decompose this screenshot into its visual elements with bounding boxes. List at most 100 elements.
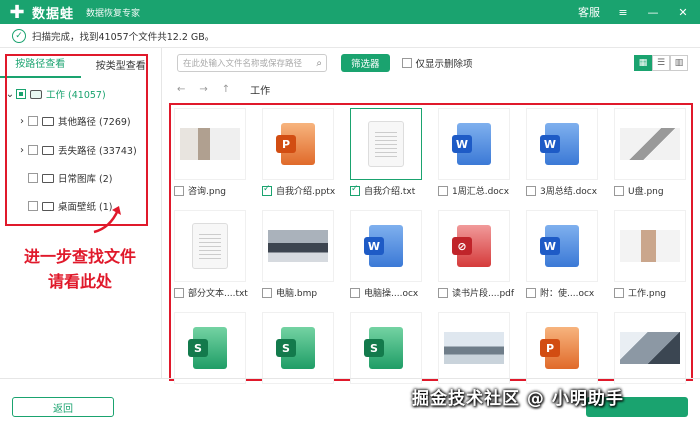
file-tile[interactable]: ⊘ 读书片段....pdf	[438, 210, 514, 299]
search-icon[interactable]: ⌕	[316, 58, 322, 69]
file-tile[interactable]: W 1周汇总.docx	[438, 108, 510, 197]
file-checkbox[interactable]	[350, 287, 360, 298]
file-tile[interactable]: 自我介绍.txt	[350, 108, 422, 197]
file-thumbnail[interactable]	[614, 108, 686, 180]
file-name-row[interactable]: 读书片段....pdf	[438, 286, 522, 299]
file-thumbnail[interactable]	[174, 108, 246, 180]
deleted-only-toggle[interactable]: 仅显示删除项	[401, 56, 473, 70]
breadcrumb[interactable]: 工作	[250, 82, 270, 97]
app-logo-icon: ✚	[9, 1, 25, 23]
word-file-icon: W	[364, 225, 403, 267]
support-link[interactable]: 客服	[578, 4, 600, 20]
filter-button[interactable]: 筛选器	[341, 54, 390, 72]
file-tile[interactable]: S	[262, 312, 334, 384]
file-name-row[interactable]: 部分文本....txt	[174, 286, 258, 299]
file-checkbox[interactable]	[438, 287, 448, 298]
file-thumbnail[interactable]	[262, 210, 334, 282]
file-tile[interactable]: S	[174, 312, 246, 384]
back-arrow-icon[interactable]: ←	[177, 84, 185, 95]
file-tile[interactable]	[614, 312, 686, 384]
file-tile[interactable]	[438, 312, 510, 384]
file-tile[interactable]: P	[526, 312, 598, 384]
file-name-row[interactable]: 电脑操....ocx	[350, 286, 434, 299]
detail-view-icon[interactable]: ▥	[670, 55, 688, 71]
menu-icon[interactable]: ≡	[616, 6, 630, 19]
app-tagline: 数据恢复专家	[86, 8, 141, 19]
file-name-row[interactable]: 1周汇总.docx	[438, 184, 522, 197]
ppt-file-icon: P	[540, 327, 579, 369]
file-name: 电脑操....ocx	[364, 289, 419, 299]
grid-view-icon[interactable]: ▦	[634, 55, 652, 71]
file-tile[interactable]: S	[350, 312, 422, 384]
minimize-icon[interactable]: —	[646, 6, 660, 19]
file-tile[interactable]: W 3周总结.docx	[526, 108, 598, 197]
file-name: 部分文本....txt	[188, 289, 248, 299]
file-name-row[interactable]: 自我介绍.pptx	[262, 184, 346, 197]
file-name-row[interactable]: 附：使....ocx	[526, 286, 610, 299]
file-thumbnail[interactable]	[350, 108, 422, 180]
file-tile[interactable]: 电脑.bmp	[262, 210, 334, 299]
file-name: 读书片段....pdf	[452, 289, 515, 299]
back-button[interactable]: 返回	[12, 397, 114, 417]
text-file-icon	[192, 223, 228, 269]
file-name: 1周汇总.docx	[452, 187, 510, 197]
watermark: 掘金技术社区 @ 小明助手	[412, 389, 624, 409]
file-thumbnail[interactable]	[174, 210, 246, 282]
file-checkbox[interactable]	[262, 184, 272, 196]
file-checkbox[interactable]	[526, 287, 536, 298]
file-checkbox[interactable]	[438, 185, 448, 196]
file-thumbnail[interactable]	[614, 210, 686, 282]
file-checkbox[interactable]	[174, 287, 184, 298]
file-name: 自我介绍.txt	[364, 187, 416, 197]
file-tile[interactable]: W 电脑操....ocx	[350, 210, 422, 299]
file-thumbnail[interactable]: S	[174, 312, 246, 384]
app-brand: 数据蛙	[32, 6, 75, 22]
file-thumbnail[interactable]: W	[350, 210, 422, 282]
annotation-text-line2: 请看此处	[47, 272, 112, 291]
file-name: U盘.png	[628, 187, 664, 197]
search-input[interactable]: 在此处输入文件名称或保存路径 ⌕	[177, 54, 327, 72]
file-tile[interactable]: 咨询.png	[174, 108, 246, 197]
file-thumbnail[interactable]: W	[526, 210, 598, 282]
file-tile[interactable]: U盘.png	[614, 108, 686, 197]
file-thumbnail[interactable]: P	[262, 108, 334, 180]
file-thumbnail[interactable]: ⊘	[438, 210, 510, 282]
file-tile[interactable]: 工作.png	[614, 210, 686, 299]
file-name: 3周总结.docx	[540, 187, 598, 197]
file-checkbox[interactable]	[526, 185, 536, 196]
file-checkbox[interactable]	[262, 287, 272, 298]
file-thumbnail[interactable]: W	[526, 108, 598, 180]
search-placeholder: 在此处输入文件名称或保存路径	[183, 59, 303, 69]
file-thumbnail[interactable]: S	[350, 312, 422, 384]
up-arrow-icon[interactable]: ↑	[222, 84, 230, 95]
file-thumbnail[interactable]	[614, 312, 686, 384]
file-name-row[interactable]: U盘.png	[614, 184, 698, 197]
file-name-row[interactable]: 3周总结.docx	[526, 184, 610, 197]
image-thumbnail-icon	[180, 128, 240, 160]
list-view-icon[interactable]: ☰	[652, 55, 670, 71]
file-tile[interactable]: W 附：使....ocx	[526, 210, 598, 299]
word-file-icon: W	[452, 123, 491, 165]
file-name-row[interactable]: 自我介绍.txt	[350, 184, 434, 197]
file-checkbox[interactable]	[614, 185, 624, 196]
close-icon[interactable]: ✕	[676, 6, 690, 19]
file-name-row[interactable]: 咨询.png	[174, 184, 258, 197]
file-name-row[interactable]: 电脑.bmp	[262, 286, 346, 299]
file-checkbox[interactable]	[174, 185, 184, 196]
file-tile[interactable]: 部分文本....txt	[174, 210, 248, 299]
ppt-file-icon: P	[276, 123, 315, 165]
file-thumbnail[interactable]	[438, 312, 510, 384]
file-name-row[interactable]: 工作.png	[614, 286, 698, 299]
deleted-only-checkbox[interactable]	[401, 58, 412, 68]
file-tile[interactable]: P 自我介绍.pptx	[262, 108, 335, 197]
file-checkbox[interactable]	[350, 184, 360, 196]
text-file-icon	[368, 121, 404, 167]
file-checkbox[interactable]	[614, 287, 624, 298]
file-thumbnail[interactable]: S	[262, 312, 334, 384]
file-name: 附：使....ocx	[540, 289, 595, 299]
forward-arrow-icon[interactable]: →	[199, 84, 207, 95]
file-thumbnail[interactable]: W	[438, 108, 510, 180]
image-thumbnail-icon	[620, 230, 680, 262]
path-navigation: ← → ↑ 工作	[163, 78, 700, 100]
file-thumbnail[interactable]: P	[526, 312, 598, 384]
